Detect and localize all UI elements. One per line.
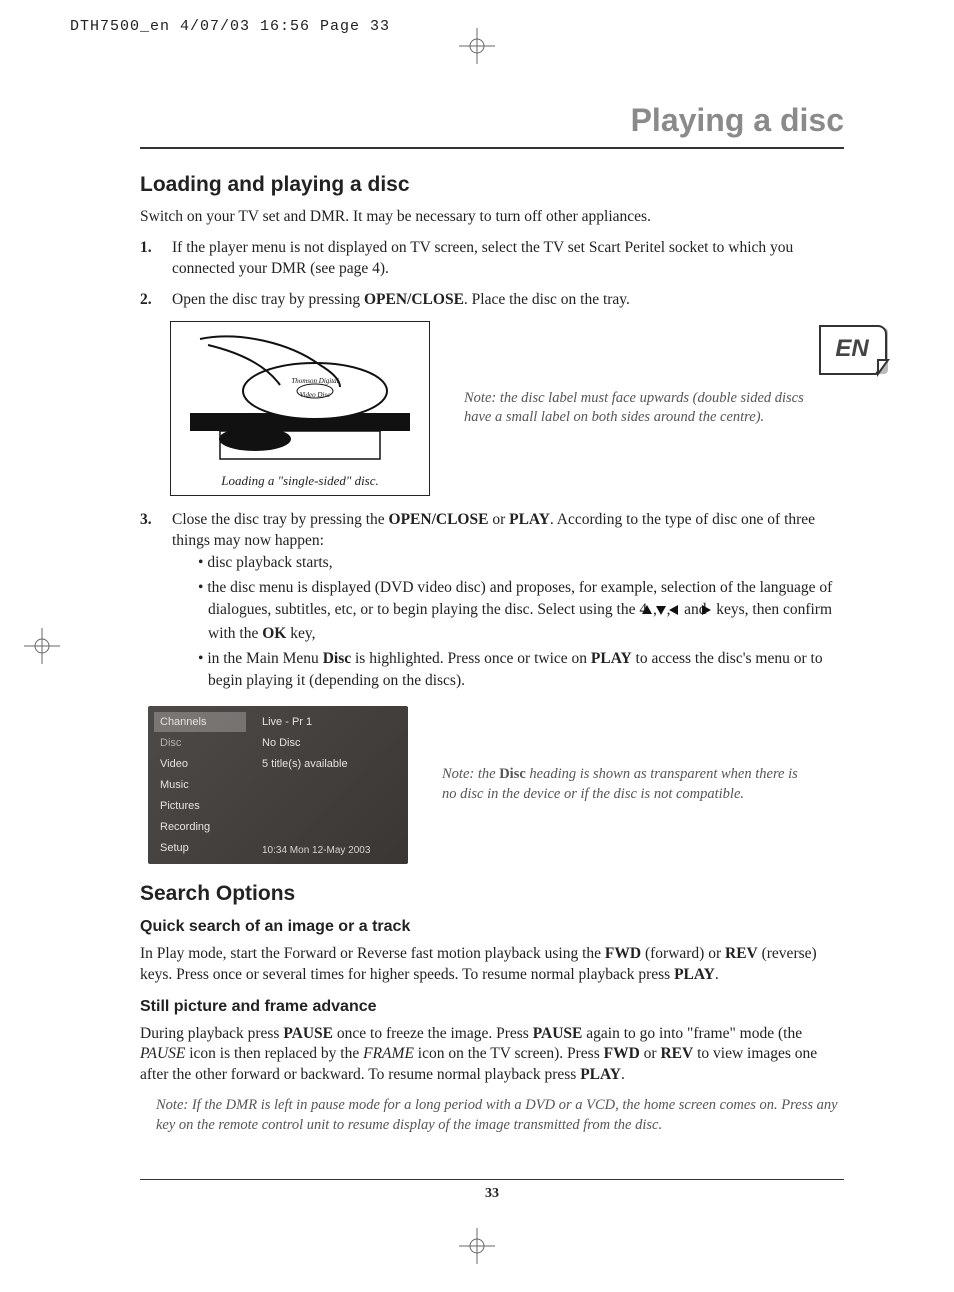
menu-status-titles: 5 title(s) available (256, 754, 402, 774)
menu-screenshot: Channels Disc Video Music Pictures Recor… (148, 706, 408, 864)
page-title: Playing a disc (140, 98, 844, 149)
figure-disc-loading: Thomson Digital Video Disc Loading a "si… (170, 321, 430, 496)
step-1-text: If the player menu is not displayed on T… (172, 238, 844, 280)
print-header: DTH7500_en 4/07/03 16:56 Page 33 (70, 18, 390, 35)
subheading-quick-search: Quick search of an image or a track (140, 918, 844, 936)
para-still-picture: During playback press PAUSE once to free… (140, 1024, 844, 1087)
section-heading-search: Search Options (140, 882, 844, 906)
step-2: 2. Open the disc tray by pressing OPEN/C… (140, 290, 844, 311)
arrow-right-icon (710, 601, 712, 623)
note-pause-mode: Note: If the DMR is left in pause mode f… (140, 1096, 844, 1135)
registration-mark-left-icon (24, 628, 60, 664)
note-disc-heading: Note: the Disc heading is shown as trans… (442, 765, 802, 804)
step-3: 3. Close the disc tray by pressing the O… (140, 510, 844, 696)
subheading-still-picture: Still picture and frame advance (140, 998, 844, 1016)
registration-mark-top-icon (459, 28, 495, 64)
page-number: 33 (140, 1179, 844, 1202)
menu-item-channels: Channels (154, 712, 246, 732)
intro-paragraph: Switch on your TV set and DMR. It may be… (140, 207, 844, 228)
arrow-up-icon (651, 601, 653, 623)
menu-item-video: Video (154, 754, 246, 774)
note-disc-label: Note: the disc label must face upwards (… (464, 389, 824, 428)
disc-tray-illustration-icon: Thomson Digital Video Disc (177, 328, 423, 473)
step-3-number: 3. (140, 510, 158, 696)
fig-disc-text2: Video Disc (300, 391, 331, 399)
step-3-text: Close the disc tray by pressing the OPEN… (172, 510, 844, 696)
section-heading-loading: Loading and playing a disc (140, 173, 844, 197)
page-content: Playing a disc Loading and playing a dis… (140, 98, 844, 1202)
arrow-down-icon (665, 601, 667, 623)
step-1: 1. If the player menu is not displayed o… (140, 238, 844, 280)
menu-item-pictures: Pictures (154, 796, 246, 816)
registration-mark-bottom-icon (459, 1228, 495, 1264)
menu-item-music: Music (154, 775, 246, 795)
menu-status-live: Live - Pr 1 (256, 712, 402, 732)
menu-item-disc: Disc (154, 733, 246, 753)
menu-status-nodisc: No Disc (256, 733, 402, 753)
bullet-playback-starts: disc playback starts, (198, 552, 844, 574)
para-quick-search: In Play mode, start the Forward or Rever… (140, 944, 844, 986)
bullet-main-menu: in the Main Menu Disc is highlighted. Pr… (198, 648, 844, 691)
menu-item-setup: Setup (154, 838, 246, 858)
menu-item-recording: Recording (154, 817, 246, 837)
menu-timestamp: 10:34 Mon 12-May 2003 (256, 843, 402, 858)
step-2-number: 2. (140, 290, 158, 311)
fig-disc-text1: Thomson Digital (291, 377, 338, 385)
arrow-left-icon (678, 601, 680, 623)
figure-caption: Loading a "single-sided" disc. (221, 473, 379, 489)
step-2-text: Open the disc tray by pressing OPEN/CLOS… (172, 290, 844, 311)
bullet-disc-menu: the disc menu is displayed (DVD video di… (198, 577, 844, 644)
step-1-number: 1. (140, 238, 158, 280)
